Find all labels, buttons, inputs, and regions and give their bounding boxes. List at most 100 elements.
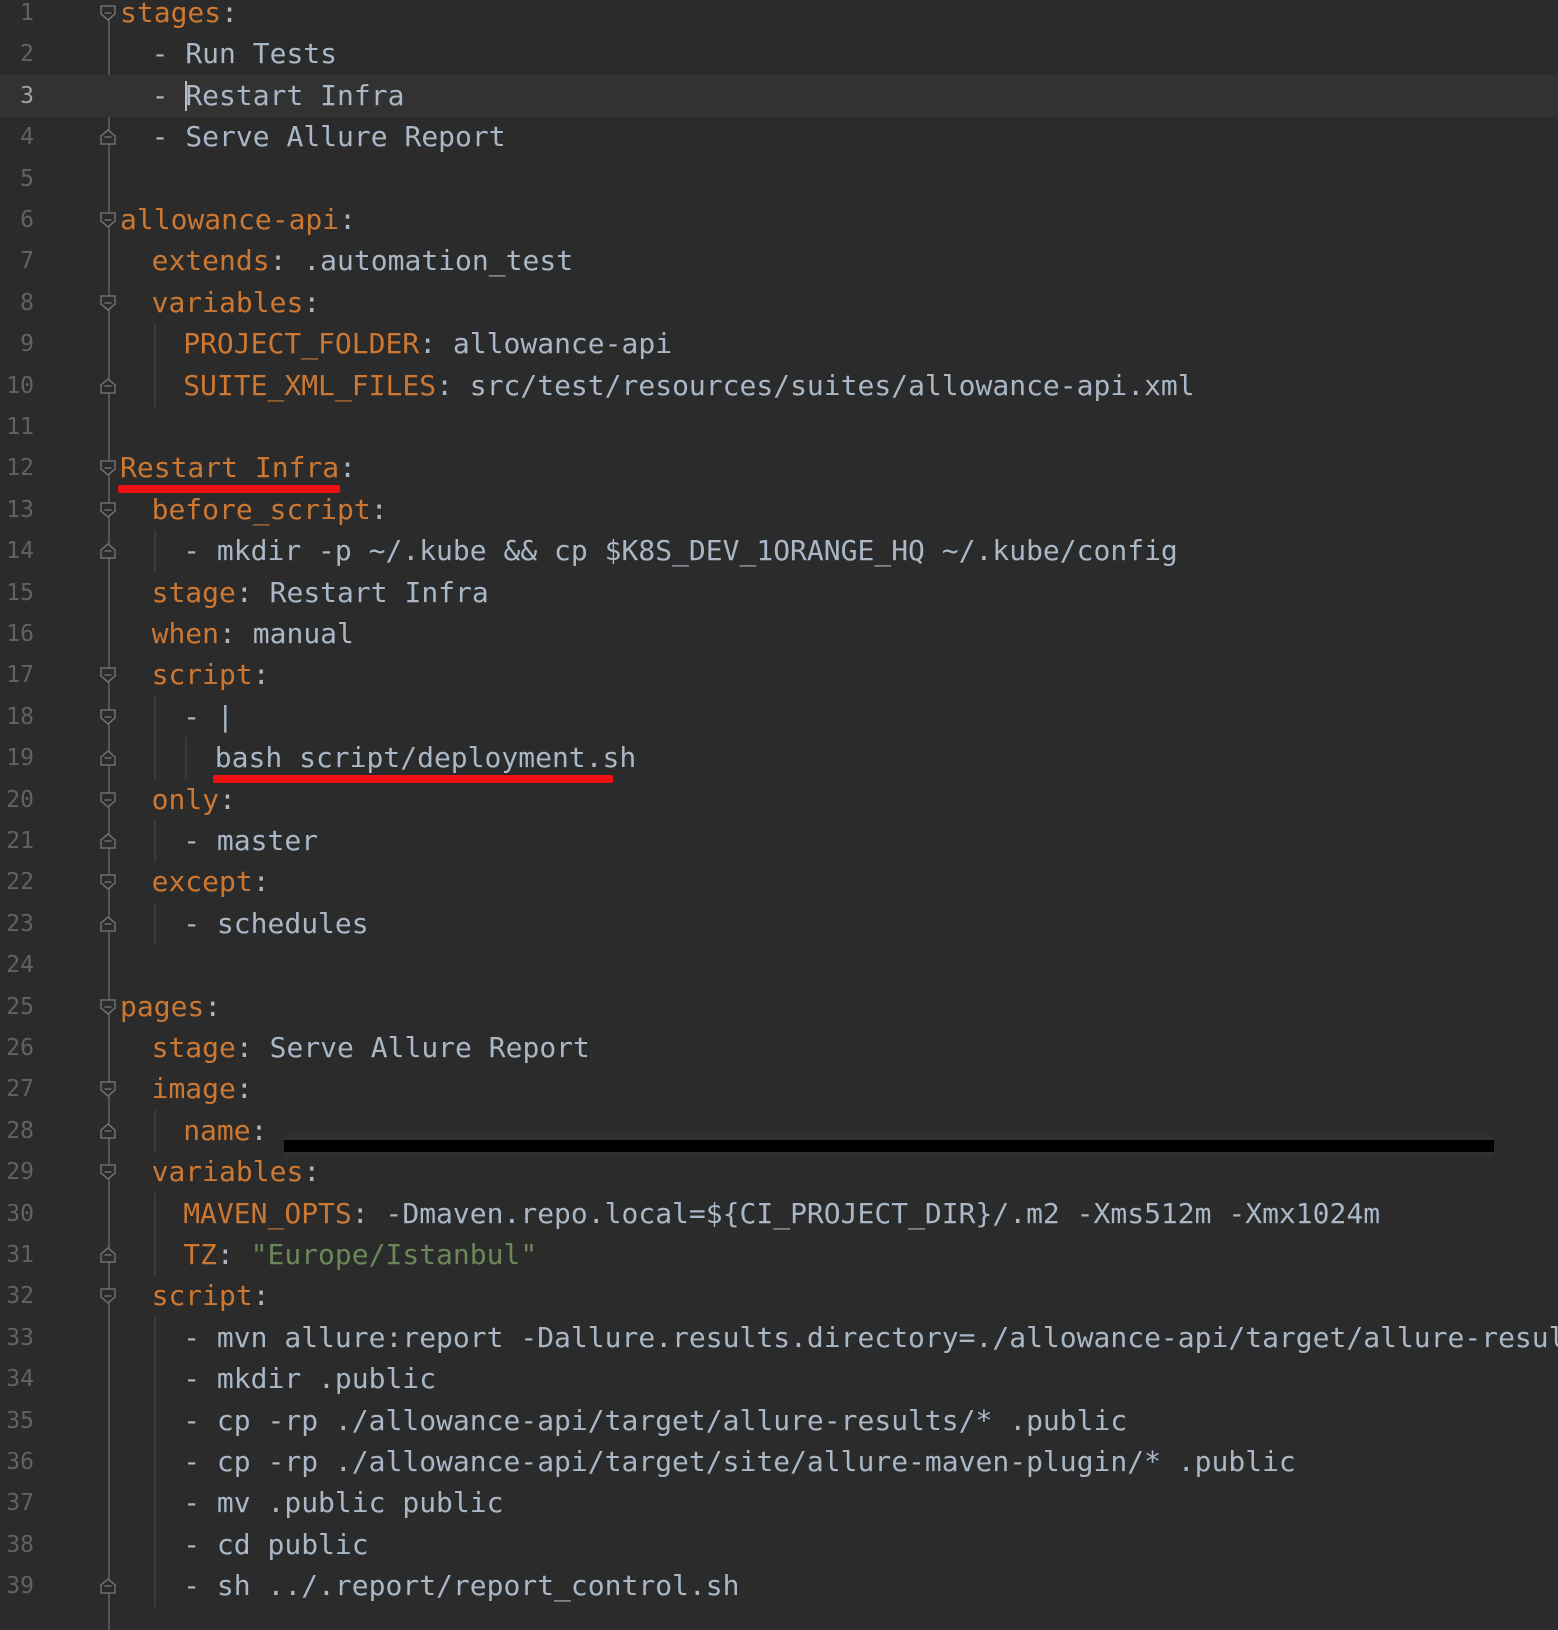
code-line[interactable]: 17 script: [0, 654, 1558, 696]
code-line[interactable]: 4 - Serve Allure Report [0, 116, 1558, 158]
fold-open-icon[interactable] [98, 293, 118, 313]
fold-close-icon[interactable] [98, 127, 118, 147]
code-line[interactable]: 1 stages: [0, 0, 1558, 34]
code-line[interactable]: 27 image: [0, 1068, 1558, 1110]
code-line[interactable]: 10 SUITE_XML_FILES: src/test/resources/su… [0, 364, 1558, 407]
code-text[interactable]: - cd public [183, 1524, 368, 1566]
code-text[interactable]: stage: Restart Infra [152, 572, 489, 614]
code-line[interactable]: 25 pages: [0, 986, 1558, 1028]
code-text[interactable]: - cp -rp ./allowance-api/target/site/all… [183, 1441, 1296, 1483]
code-text[interactable]: - schedules [183, 903, 368, 945]
code-line[interactable]: 32 script: [0, 1275, 1558, 1317]
code-text[interactable]: PROJECT_FOLDER: allowance-api [183, 323, 672, 365]
code-line[interactable]: 16 when: manual [0, 613, 1558, 655]
code-line[interactable]: 36 - cp -rp ./allowance-api/target/site/a… [0, 1441, 1558, 1483]
code-text[interactable]: Restart Infra: [120, 447, 356, 489]
fold-open-icon[interactable] [98, 665, 118, 685]
code-text[interactable]: only: [152, 779, 236, 821]
code-line[interactable]: 24 [0, 944, 1558, 986]
code-line[interactable]: 8 variables: [0, 282, 1558, 324]
code-line[interactable]: 39 - sh ../.report/report_control.sh [0, 1565, 1558, 1608]
code-text[interactable]: allowance-api: [120, 199, 356, 241]
code-line[interactable]: 11 [0, 406, 1558, 448]
fold-open-icon[interactable] [98, 3, 118, 23]
code-line[interactable]: 30 MAVEN_OPTS: -Dmaven.repo.local=${CI_PR… [0, 1192, 1558, 1235]
code-line[interactable]: 35 - cp -rp ./allowance-api/target/allure… [0, 1399, 1558, 1442]
code-line[interactable]: 19 bash script/deployment.sh [0, 737, 1558, 780]
code-line[interactable]: 34 - mkdir .public [0, 1358, 1558, 1401]
fold-open-icon[interactable] [98, 210, 118, 230]
code-text[interactable]: - mkdir .public [183, 1358, 436, 1400]
fold-open-icon[interactable] [98, 707, 118, 727]
code-text[interactable]: bash script/deployment.sh [215, 737, 636, 779]
code-line[interactable]: 5 [0, 158, 1558, 200]
code-text[interactable]: - Serve Allure Report [152, 116, 506, 158]
fold-open-icon[interactable] [98, 997, 118, 1017]
code-line[interactable]: 22 except: [0, 861, 1558, 903]
code-text[interactable]: name: [183, 1110, 284, 1152]
yaml-value: Restart Infra [185, 78, 405, 112]
code-text[interactable]: before_script: [152, 489, 388, 531]
fold-close-icon[interactable] [98, 1245, 118, 1265]
fold-close-icon[interactable] [98, 914, 118, 934]
code-text[interactable]: TZ: "Europe/Istanbul" [183, 1234, 537, 1276]
code-line[interactable]: 13 before_script: [0, 489, 1558, 531]
code-line[interactable]: 7 extends: .automation_test [0, 240, 1558, 282]
fold-close-icon[interactable] [98, 541, 118, 561]
code-line[interactable]: 26 stage: Serve Allure Report [0, 1027, 1558, 1069]
code-text[interactable]: when: manual [152, 613, 354, 655]
fold-close-icon[interactable] [98, 831, 118, 851]
code-text[interactable]: pages: [120, 986, 221, 1028]
code-line[interactable]: 15 stage: Restart Infra [0, 572, 1558, 614]
code-line[interactable]: 21 - master [0, 820, 1558, 862]
code-text[interactable]: - mvn allure:report -Dallure.results.dir… [183, 1317, 1558, 1359]
fold-close-icon[interactable] [98, 1121, 118, 1141]
code-line[interactable]: 12 Restart Infra: [0, 447, 1558, 489]
code-line[interactable]: 18 - | [0, 695, 1558, 738]
code-line[interactable]: 3 - Restart Infra [0, 74, 1558, 117]
code-text[interactable]: extends: .automation_test [152, 240, 573, 282]
code-line[interactable]: 9 PROJECT_FOLDER: allowance-api [0, 323, 1558, 366]
code-text[interactable]: script: [152, 654, 270, 696]
code-text[interactable]: stage: Serve Allure Report [152, 1027, 590, 1069]
fold-open-icon[interactable] [98, 872, 118, 892]
code-line[interactable]: 14 - mkdir -p ~/.kube && cp $K8S_DEV_1ORA… [0, 530, 1558, 573]
line-number: 18 [6, 703, 34, 730]
code-text[interactable]: except: [152, 861, 270, 903]
code-text[interactable]: variables: [152, 282, 321, 324]
code-text[interactable]: - Run Tests [152, 33, 337, 75]
code-text[interactable]: script: [152, 1275, 270, 1317]
code-editor[interactable]: 1 stages: 2 - Run Tests 3 - Restart Infra 4 - S… [0, 0, 1558, 1630]
code-line[interactable]: 23 - schedules [0, 902, 1558, 945]
yaml-key: script [151, 658, 253, 692]
code-text[interactable]: MAVEN_OPTS: -Dmaven.repo.local=${CI_PROJ… [183, 1193, 1380, 1235]
code-line[interactable]: 38 - cd public [0, 1523, 1558, 1566]
code-text[interactable]: SUITE_XML_FILES: src/test/resources/suit… [183, 365, 1194, 407]
code-text[interactable]: - cp -rp ./allowance-api/target/allure-r… [183, 1400, 1127, 1442]
fold-open-icon[interactable] [98, 1079, 118, 1099]
fold-open-icon[interactable] [98, 790, 118, 810]
code-text[interactable]: - mv .public public [183, 1482, 503, 1524]
line-number: 17 [6, 662, 34, 689]
fold-open-icon[interactable] [98, 1162, 118, 1182]
fold-open-icon[interactable] [98, 500, 118, 520]
yaml-colon: : [219, 617, 253, 650]
code-line[interactable]: 2 - Run Tests [0, 33, 1558, 75]
code-text[interactable]: - master [183, 820, 318, 862]
fold-close-icon[interactable] [98, 376, 118, 396]
fold-close-icon[interactable] [98, 1576, 118, 1596]
code-line[interactable]: 37 - mv .public public [0, 1482, 1558, 1525]
fold-close-icon[interactable] [98, 748, 118, 768]
code-line[interactable]: 6 allowance-api: [0, 199, 1558, 241]
fold-open-icon[interactable] [98, 1286, 118, 1306]
code-line[interactable]: 31 TZ: "Europe/Istanbul" [0, 1234, 1558, 1276]
code-text[interactable]: - Restart Infra [152, 75, 405, 117]
code-text[interactable]: - mkdir -p ~/.kube && cp $K8S_DEV_1ORANG… [183, 530, 1178, 572]
code-line[interactable]: 33 - mvn allure:report -Dallure.results.d… [0, 1316, 1558, 1359]
code-text[interactable]: - sh ../.report/report_control.sh [183, 1565, 739, 1607]
code-text[interactable]: - | [183, 696, 234, 738]
code-text[interactable]: stages: [120, 0, 238, 34]
code-text[interactable]: image: [152, 1068, 253, 1110]
fold-open-icon[interactable] [98, 458, 118, 478]
code-line[interactable]: 20 only: [0, 779, 1558, 821]
